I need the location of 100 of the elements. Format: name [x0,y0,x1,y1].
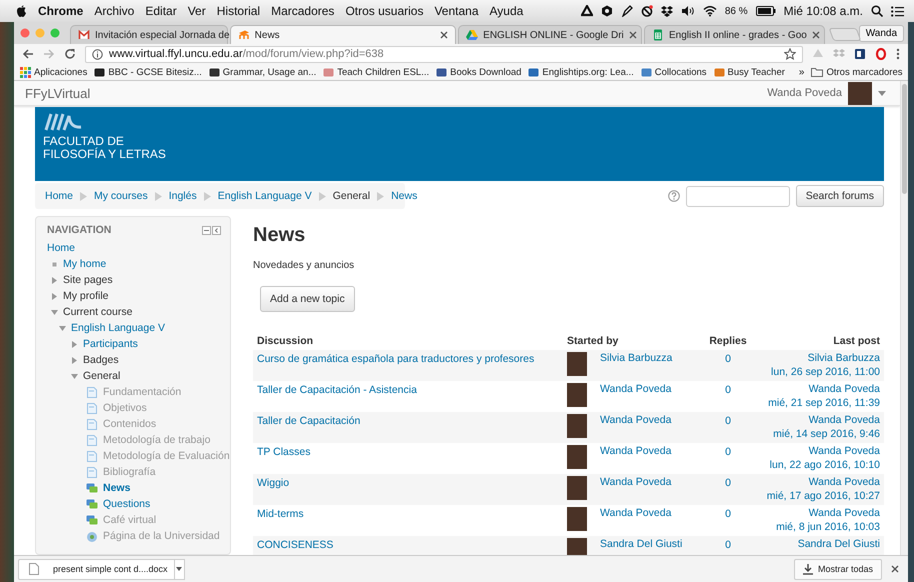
discussion-link[interactable]: Wiggio [257,477,290,489]
browser-tab[interactable]: News [230,25,456,44]
browser-tab[interactable]: Invitación especial Jornada de [70,25,228,44]
dock-icon[interactable] [212,226,221,234]
bookmark-folder[interactable]: Otros marcadores [826,66,903,78]
replies-link[interactable]: 0 [725,353,731,365]
author-link[interactable]: Wanda Poveda [600,414,672,426]
discussion-link[interactable]: Curso de gramática española para traductores y profesores [257,353,534,365]
menu-item[interactable]: Ver [188,4,206,18]
last-post-author-link[interactable]: Wanda Poveda [762,444,880,458]
browser-tab[interactable]: ENGLISH ONLINE - Google Dri [458,25,642,44]
replies-link[interactable]: 0 [725,477,731,489]
nav-item[interactable]: Badges [83,354,119,366]
breadcrumb-link[interactable]: Home [45,190,74,202]
last-post-date-link[interactable]: mié, 8 jun 2016, 10:03 [762,520,880,534]
last-post-author-link[interactable]: Wanda Poveda [762,382,880,396]
battery-icon[interactable] [756,6,776,16]
expanded-arrow-icon[interactable] [71,372,78,380]
download-item[interactable]: present simple cont d....docx [18,558,175,580]
more-bookmarks-button[interactable]: » [798,66,804,78]
ring-icon[interactable] [875,48,887,60]
nav-link[interactable]: News [103,482,130,494]
last-post-author-link[interactable]: Silvia Barbuzza [762,351,880,365]
nav-link[interactable]: Questions [103,498,150,510]
nav-link[interactable]: My home [63,258,106,270]
help-icon[interactable] [668,190,680,202]
last-post-author-link[interactable]: Wanda Poveda [762,413,880,427]
pen-icon[interactable] [620,5,633,17]
reload-icon[interactable] [64,48,76,60]
caret-icon[interactable] [878,90,886,96]
info-icon[interactable] [92,48,103,60]
collapsed-arrow-icon[interactable] [71,340,78,348]
show-all-button[interactable]: Mostrar todas [794,558,882,580]
hexagon-icon[interactable] [600,5,613,17]
replies-link[interactable]: 0 [725,508,731,520]
more-icon[interactable] [896,48,900,60]
search-icon[interactable] [871,5,883,17]
collapsed-arrow-icon[interactable] [51,276,58,284]
discussion-link[interactable]: Taller de Capacitación [257,415,360,427]
clock[interactable]: Mié 10:08 a.m. [784,4,863,18]
blocked-icon[interactable] [640,5,653,17]
star-icon[interactable] [784,48,796,60]
menu-item[interactable]: Archivo [94,4,134,18]
nav-link[interactable]: Home [47,242,76,254]
nav-item[interactable]: Site pages [63,274,113,286]
menu-item[interactable]: Ayuda [490,4,524,18]
nav-item[interactable]: General [83,370,120,382]
app-menu[interactable]: Chrome [38,4,84,18]
user-name[interactable]: Wanda Poveda [767,87,842,99]
last-post-date-link[interactable]: mié, 21 sep 2016, 11:39 [762,396,880,410]
breadcrumb-link[interactable]: News [391,190,418,202]
last-post-author-link[interactable]: Sandra Del Giusti [762,537,880,551]
last-post-date-link[interactable]: lun, 26 sep 2016, 11:00 [762,365,880,379]
menu-item[interactable]: Otros usuarios [345,4,424,18]
scrollbar-thumb[interactable] [902,84,907,194]
menu-item[interactable]: Ventana [434,4,479,18]
nav-link[interactable]: Participants [83,338,138,350]
menu-item[interactable]: Historial [216,4,260,18]
menu-item[interactable]: Marcadores [271,4,334,18]
close-icon[interactable] [628,31,637,39]
expanded-arrow-icon[interactable] [51,308,58,316]
add-topic-button[interactable]: Add a new topic [260,286,355,312]
replies-link[interactable]: 0 [725,446,731,458]
site-name-link[interactable]: FFyLVirtual [25,86,90,100]
replies-link[interactable]: 0 [725,384,731,396]
nav-item[interactable]: My profile [63,290,109,302]
book-icon[interactable] [854,48,866,60]
breadcrumb-link[interactable]: English Language V [218,190,312,202]
speaker-icon[interactable] [680,5,695,17]
replies-link[interactable]: 0 [725,539,731,551]
search-field[interactable] [686,186,790,206]
author-link[interactable]: Silvia Barbuzza [600,352,672,364]
close-icon[interactable] [812,31,820,39]
address-bar[interactable]: www.virtual.ffyl.uncu.edu.ar/mod/forum/view.php?id=638 [85,46,803,62]
close-icon[interactable] [440,31,448,39]
collapsed-arrow-icon[interactable] [51,292,58,300]
author-link[interactable]: Wanda Poveda [600,383,672,395]
profile-button[interactable]: Wanda [858,24,904,42]
last-post-author-link[interactable]: Wanda Poveda [762,506,880,520]
discussion-link[interactable]: Mid-terms [257,508,304,520]
author-link[interactable]: Sandra Del Giusti [600,538,682,550]
last-post-date-link[interactable]: mié, 17 ago 2016, 10:27 [762,489,880,503]
discussion-link[interactable]: CONCISENESS [257,539,334,551]
last-post-date-link[interactable]: lun, 22 ago 2016, 10:10 [762,458,880,472]
breadcrumb-link[interactable]: Inglés [168,190,197,202]
minus-icon[interactable] [202,226,211,234]
discussion-link[interactable]: Taller de Capacitación - Asistencia [257,384,417,396]
avatar-photo-placeholder[interactable] [848,82,872,104]
wifi-icon[interactable] [702,5,717,17]
search-forums-button[interactable]: Search forums [796,185,884,207]
replies-link[interactable]: 0 [725,415,731,427]
close-icon[interactable] [891,565,899,573]
discussion-link[interactable]: TP Classes [257,446,310,458]
last-post-date-link[interactable]: mié, 14 sep 2016, 9:46 [762,427,880,441]
breadcrumb-link[interactable]: My courses [94,190,148,202]
download-menu-button[interactable] [174,558,185,580]
nav-item[interactable]: Current course [63,306,132,318]
nav-link[interactable]: English Language V [71,322,165,334]
last-post-author-link[interactable]: Wanda Poveda [762,475,880,489]
menu-item[interactable]: Editar [145,4,177,18]
